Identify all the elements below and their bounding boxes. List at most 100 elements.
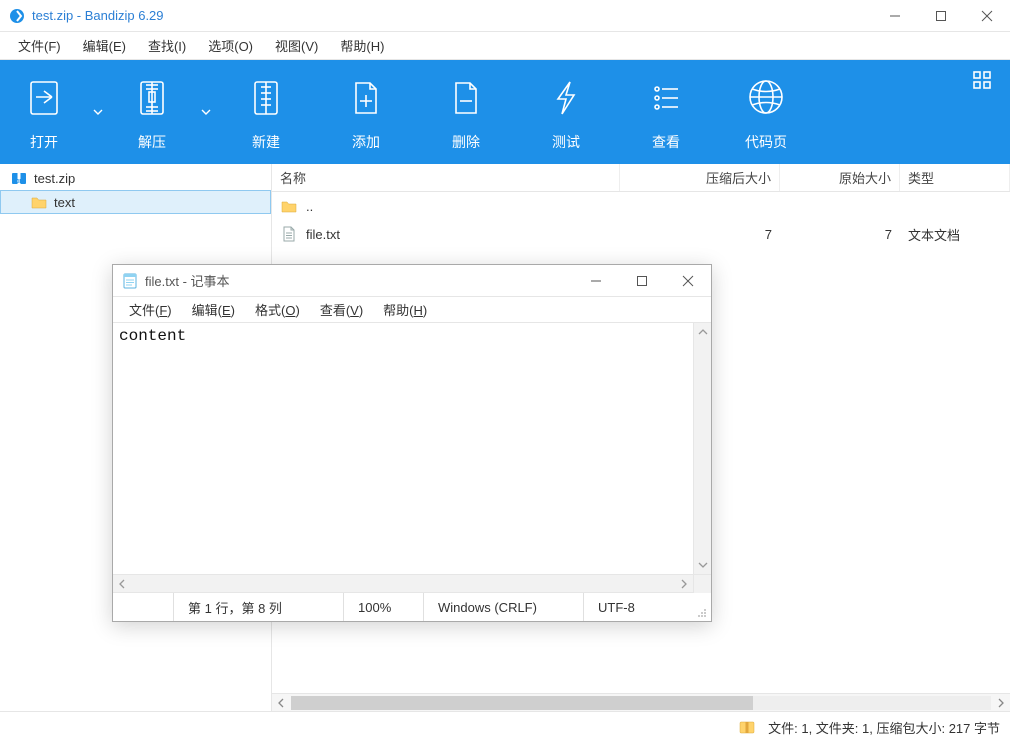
menu-edit[interactable]: 编辑(E) — [73, 32, 136, 59]
toolbar-delete-label: 删除 — [452, 132, 480, 152]
list-row-up[interactable]: .. — [272, 192, 1010, 220]
notepad-vscroll[interactable] — [693, 323, 711, 574]
view-icon — [646, 72, 686, 122]
folder-up-icon — [280, 197, 298, 215]
resize-grip-icon[interactable] — [691, 593, 711, 621]
menu-file[interactable]: 文件(F) — [8, 32, 71, 59]
tree-root[interactable]: ZIP test.zip — [0, 166, 271, 190]
hscroll-left-icon[interactable] — [113, 575, 131, 593]
notepad-hscroll[interactable] — [113, 575, 711, 593]
row-up-name: .. — [306, 199, 313, 214]
maximize-button[interactable] — [918, 0, 964, 32]
row-file-comp: 7 — [620, 227, 780, 242]
list-hscroll[interactable] — [272, 693, 1010, 711]
toolbar-view-label: 查看 — [652, 132, 680, 152]
notepad-status-eol: Windows (CRLF) — [423, 593, 583, 621]
vscroll-up-icon[interactable] — [694, 323, 711, 341]
minimize-button[interactable] — [872, 0, 918, 32]
col-name[interactable]: 名称 — [272, 164, 620, 191]
window-title: test.zip - Bandizip 6.29 — [32, 8, 164, 23]
svg-text:ZIP: ZIP — [15, 179, 23, 185]
row-file-name: file.txt — [306, 227, 340, 242]
archive-status-icon — [738, 718, 756, 736]
hscroll-left-icon[interactable] — [272, 694, 290, 712]
titlebar: test.zip - Bandizip 6.29 — [0, 0, 1010, 32]
extract-icon — [132, 72, 172, 122]
toolbar-codepage[interactable]: 代码页 — [716, 60, 816, 164]
notepad-menu-view[interactable]: 查看(V) — [312, 297, 371, 322]
notepad-menu-file[interactable]: 文件(F) — [121, 297, 180, 322]
toolbar-codepage-label: 代码页 — [745, 132, 787, 152]
toolbar-add-label: 添加 — [352, 132, 380, 152]
notepad-text-area[interactable]: content — [113, 323, 693, 574]
delete-icon — [446, 72, 486, 122]
notepad-scroll-corner — [693, 575, 711, 593]
list-header: 名称 压缩后大小 原始大小 类型 — [272, 164, 1010, 192]
text-file-icon — [280, 225, 298, 243]
toolbar-extract-label: 解压 — [138, 132, 166, 152]
notepad-close-button[interactable] — [665, 265, 711, 297]
status-text: 文件: 1, 文件夹: 1, 压缩包大小: 217 字节 — [768, 718, 1000, 737]
notepad-icon — [121, 272, 139, 290]
menu-find[interactable]: 查找(I) — [138, 32, 196, 59]
bandizip-icon — [8, 7, 26, 25]
tree-child-label: text — [54, 195, 75, 210]
hscroll-right-icon[interactable] — [675, 575, 693, 593]
toolbar-open-label: 打开 — [30, 132, 58, 152]
open-icon — [24, 72, 64, 122]
vscroll-down-icon[interactable] — [694, 556, 711, 574]
notepad-titlebar[interactable]: file.txt - 记事本 — [113, 265, 711, 297]
notepad-minimize-button[interactable] — [573, 265, 619, 297]
col-compressed[interactable]: 压缩后大小 — [620, 164, 780, 191]
test-icon — [546, 72, 586, 122]
col-type[interactable]: 类型 — [900, 164, 1010, 191]
vscroll-track[interactable] — [694, 341, 711, 556]
statusbar: 文件: 1, 文件夹: 1, 压缩包大小: 217 字节 — [0, 712, 1010, 742]
toolbar-extract[interactable]: 解压 — [108, 60, 196, 164]
tree-child[interactable]: text — [0, 190, 271, 214]
notepad-status-encoding: UTF-8 — [583, 593, 691, 621]
notepad-status-zoom: 100% — [343, 593, 423, 621]
close-button[interactable] — [964, 0, 1010, 32]
notepad-window[interactable]: file.txt - 记事本 文件(F) 编辑(E) 格式(O) 查看(V) 帮… — [112, 264, 712, 622]
menu-help[interactable]: 帮助(H) — [330, 32, 394, 59]
toolbar: 打开 解压 — [0, 60, 1010, 164]
notepad-menu-help[interactable]: 帮助(H) — [375, 297, 435, 322]
menu-options[interactable]: 选项(O) — [198, 32, 263, 59]
hscroll-right-icon[interactable] — [992, 694, 1010, 712]
notepad-menu-edit[interactable]: 编辑(E) — [184, 297, 243, 322]
toolbar-delete[interactable]: 删除 — [416, 60, 516, 164]
toolbar-open[interactable]: 打开 — [0, 60, 88, 164]
notepad-status-position: 第 1 行，第 8 列 — [173, 593, 343, 621]
notepad-maximize-button[interactable] — [619, 265, 665, 297]
hscroll-track[interactable] — [291, 696, 991, 710]
menubar: 文件(F) 编辑(E) 查找(I) 选项(O) 视图(V) 帮助(H) — [0, 32, 1010, 60]
codepage-icon — [746, 72, 786, 122]
toolbar-new[interactable]: 新建 — [216, 60, 316, 164]
row-file-orig: 7 — [780, 227, 900, 242]
list-row-file[interactable]: file.txt 7 7 文本文档 — [272, 220, 1010, 248]
toolbar-test-label: 测试 — [552, 132, 580, 152]
new-icon — [246, 72, 286, 122]
toolbar-apps-icon[interactable] — [972, 70, 996, 94]
notepad-statusbar: 第 1 行，第 8 列 100% Windows (CRLF) UTF-8 — [113, 593, 711, 621]
menu-view[interactable]: 视图(V) — [265, 32, 328, 59]
toolbar-test[interactable]: 测试 — [516, 60, 616, 164]
notepad-menubar: 文件(F) 编辑(E) 格式(O) 查看(V) 帮助(H) — [113, 297, 711, 323]
notepad-status-spacer — [113, 593, 173, 621]
notepad-menu-format[interactable]: 格式(O) — [247, 297, 308, 322]
notepad-body: content — [113, 323, 711, 575]
folder-icon — [30, 193, 48, 211]
toolbar-view[interactable]: 查看 — [616, 60, 716, 164]
add-icon — [346, 72, 386, 122]
notepad-title: file.txt - 记事本 — [145, 271, 230, 290]
row-file-type: 文本文档 — [900, 225, 1010, 244]
toolbar-new-label: 新建 — [252, 132, 280, 152]
zip-archive-icon: ZIP — [10, 169, 28, 187]
col-original[interactable]: 原始大小 — [780, 164, 900, 191]
toolbar-extract-dropdown[interactable] — [196, 60, 216, 164]
tree-root-label: test.zip — [34, 171, 75, 186]
toolbar-add[interactable]: 添加 — [316, 60, 416, 164]
hscroll-thumb[interactable] — [291, 696, 753, 710]
toolbar-open-dropdown[interactable] — [88, 60, 108, 164]
